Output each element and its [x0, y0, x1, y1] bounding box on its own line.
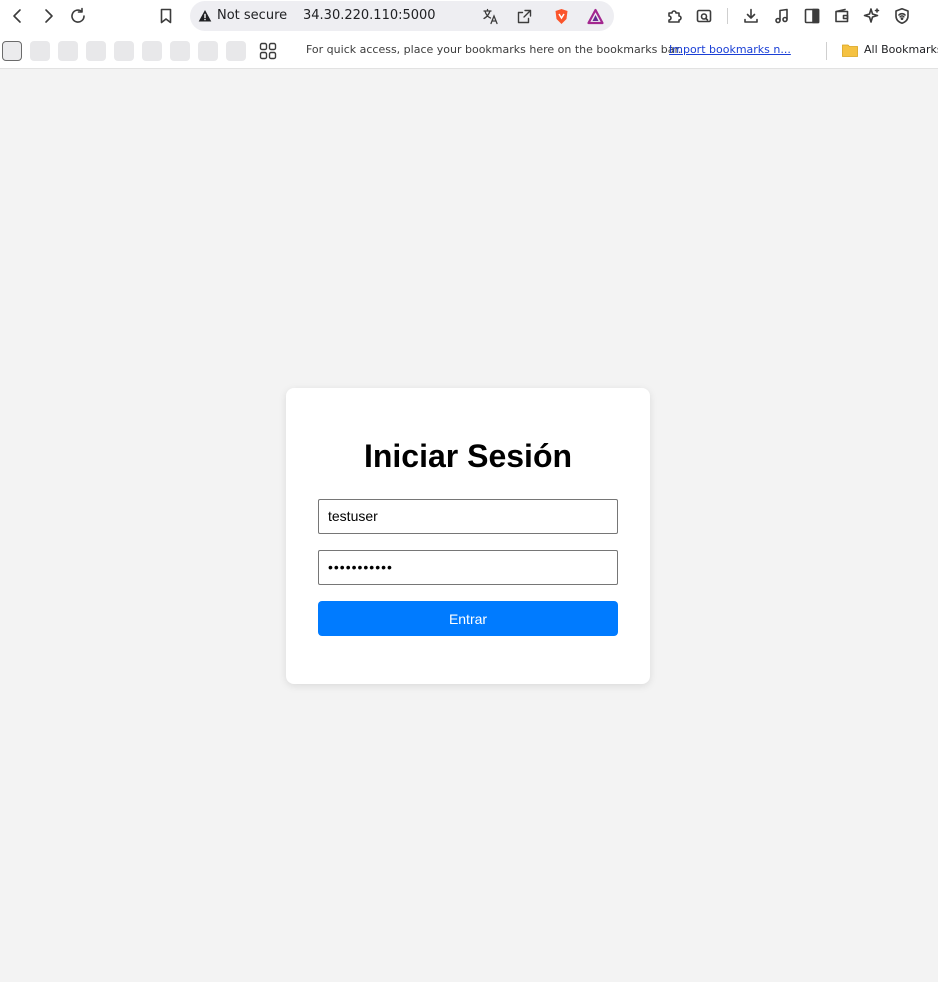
- bookmarks-bar: For quick access, place your bookmarks h…: [0, 33, 938, 69]
- extensions-icon[interactable]: [662, 4, 686, 28]
- security-label[interactable]: Not secure: [217, 8, 287, 23]
- bookmark-icon[interactable]: [154, 4, 178, 28]
- login-submit-button[interactable]: Entrar: [318, 601, 618, 636]
- bookmark-item[interactable]: [170, 41, 190, 61]
- translate-icon[interactable]: [480, 6, 500, 26]
- folder-icon: [842, 43, 858, 57]
- media-icon[interactable]: [770, 4, 794, 28]
- download-icon[interactable]: [739, 4, 763, 28]
- bookmark-item[interactable]: [58, 41, 78, 61]
- bookmark-item[interactable]: [142, 41, 162, 61]
- brave-rewards-icon[interactable]: [585, 6, 605, 26]
- leo-ai-icon[interactable]: [860, 4, 884, 28]
- brave-shields-icon[interactable]: [551, 6, 571, 26]
- bookmark-item[interactable]: [2, 41, 22, 61]
- browser-toolbar: Not secure 34.30.220.110:5000: [0, 0, 938, 33]
- bookmark-item[interactable]: [86, 41, 106, 61]
- bookmarks-hint: For quick access, place your bookmarks h…: [306, 43, 682, 56]
- bookmarks-divider: [826, 42, 827, 60]
- vpn-icon[interactable]: [890, 4, 914, 28]
- login-title: Iniciar Sesión: [363, 438, 573, 474]
- warning-icon: [198, 9, 212, 23]
- login-card: Iniciar Sesión testuser ••••••••••• Entr…: [286, 388, 650, 684]
- back-icon[interactable]: [6, 4, 30, 28]
- all-bookmarks-button[interactable]: All Bookmarks: [864, 43, 938, 56]
- address-bar[interactable]: Not secure 34.30.220.110:5000: [190, 1, 614, 31]
- import-bookmarks-link[interactable]: Import bookmarks n...: [669, 43, 791, 56]
- url-text[interactable]: 34.30.220.110:5000: [303, 8, 436, 23]
- share-icon[interactable]: [514, 6, 534, 26]
- toolbar-divider: [727, 8, 728, 24]
- username-input[interactable]: testuser: [318, 499, 618, 534]
- password-input[interactable]: •••••••••••: [318, 550, 618, 585]
- bookmark-item[interactable]: [114, 41, 134, 61]
- bookmark-item[interactable]: [198, 41, 218, 61]
- reload-icon[interactable]: [66, 4, 90, 28]
- apps-icon[interactable]: [258, 41, 278, 61]
- wallet-icon[interactable]: [830, 4, 854, 28]
- forward-icon[interactable]: [36, 4, 60, 28]
- sidebar-icon[interactable]: [800, 4, 824, 28]
- bookmark-item[interactable]: [30, 41, 50, 61]
- screenshot-icon[interactable]: [692, 4, 716, 28]
- bookmark-item[interactable]: [226, 41, 246, 61]
